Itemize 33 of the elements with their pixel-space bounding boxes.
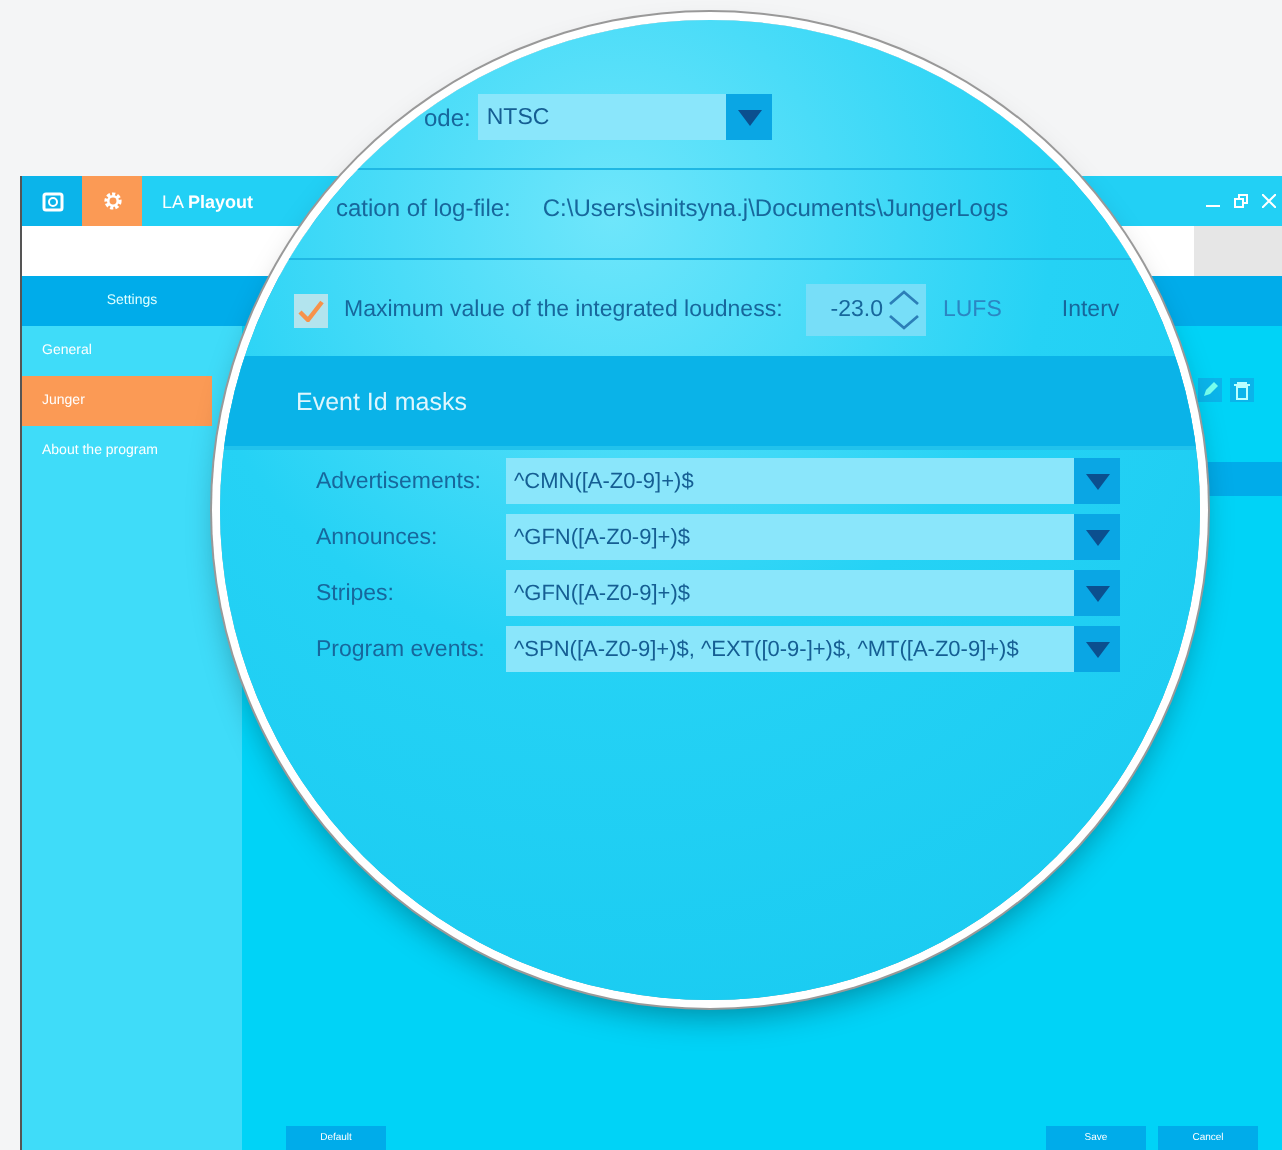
unit-label: LUFS — [942, 298, 1002, 322]
mask-label: Announces: — [316, 525, 440, 549]
nav-tab[interactable] — [82, 176, 142, 226]
dropdown-arrow-icon — [1085, 585, 1109, 601]
section-header: Event Id masks — [220, 356, 1200, 450]
field-label: cation of log-file: — [336, 194, 511, 222]
mask-label: Stripes: — [316, 581, 396, 605]
mask-dropdown[interactable]: ^SPN([A-Z0-9]+)$, ^EXT([0-9-]+)$, ^MT([A-Z0-9]+)$ — [506, 626, 1120, 672]
close-button[interactable] — [1262, 194, 1276, 208]
screen-icon — [41, 191, 63, 211]
loudness-checkbox[interactable] — [294, 293, 328, 327]
nav-tab[interactable] — [22, 176, 82, 226]
video-mode-dropdown[interactable]: NTSC — [478, 94, 773, 140]
mask-label: Advertisements: — [316, 469, 483, 493]
checkbox-label: Maximum value of the integrated loudness: — [344, 298, 783, 322]
dropdown-arrow-icon — [737, 109, 762, 125]
mask-dropdown[interactable]: ^GFN([A-Z0-9]+)$ — [506, 570, 1120, 616]
delete-button[interactable] — [1230, 378, 1254, 402]
log-file-path: C:\Users\sinitsyna.j\Documents\JungerLogs — [542, 194, 1009, 222]
dropdown-arrow-icon — [1085, 473, 1109, 489]
mask-label: Program events: — [316, 637, 487, 661]
gear-icon — [101, 190, 123, 212]
restore-button[interactable] — [1234, 194, 1248, 208]
toolbar-strip-end — [1194, 226, 1282, 276]
field-label: ode: — [424, 103, 471, 131]
field-label: Interv — [1061, 298, 1120, 322]
mask-dropdown[interactable]: ^GFN([A-Z0-9]+)$ — [506, 514, 1120, 560]
app-title: LA Playout — [162, 191, 254, 211]
mask-dropdown[interactable]: ^CMN([A-Z0-9]+)$ — [506, 458, 1120, 504]
loudness-spinner[interactable]: -23.0 — [806, 284, 927, 336]
dropdown-arrow-icon — [1085, 641, 1109, 657]
edit-button[interactable] — [1198, 378, 1222, 402]
dropdown-arrow-icon — [1085, 529, 1109, 545]
